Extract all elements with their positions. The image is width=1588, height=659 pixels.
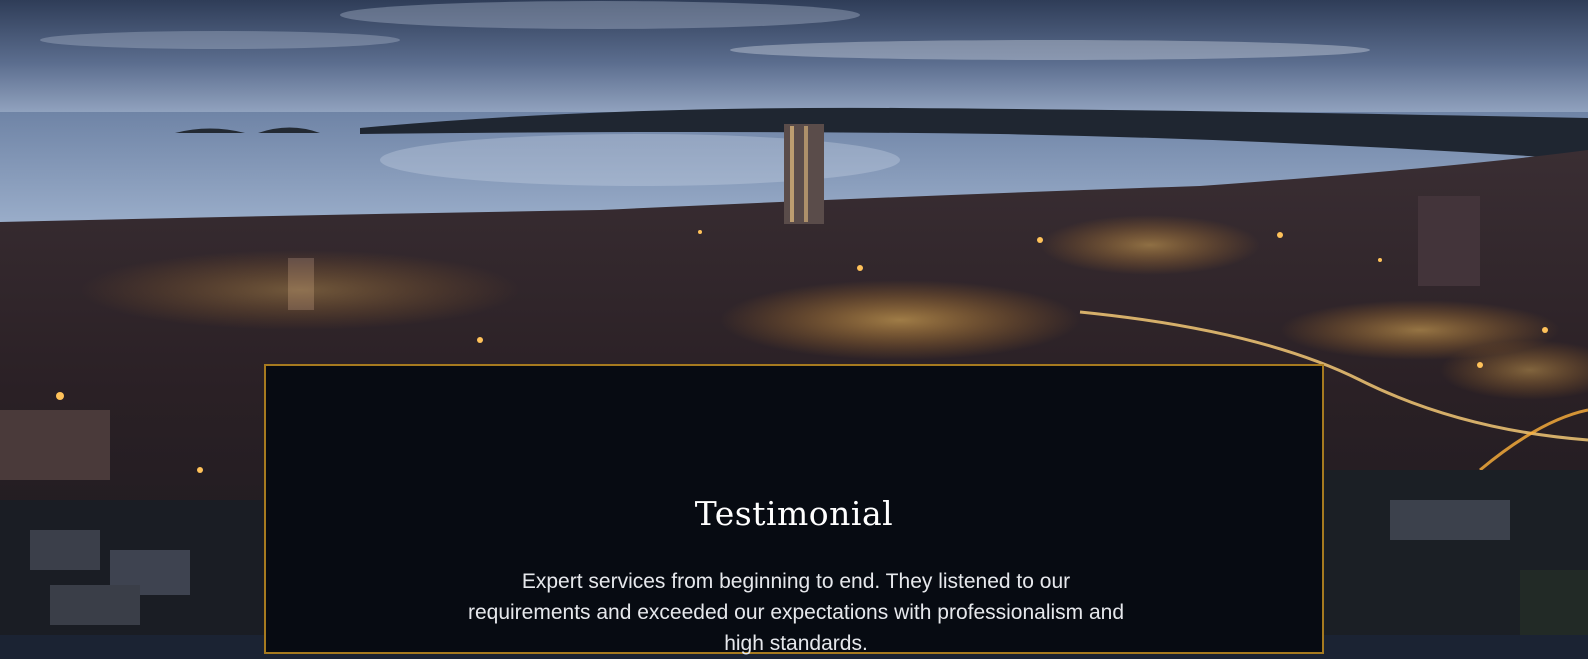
testimonial-title: Testimonial — [694, 494, 894, 533]
testimonial-panel: Testimonial Expert services from beginni… — [264, 364, 1324, 655]
testimonial-quote: Expert services from beginning to end. T… — [461, 566, 1131, 659]
